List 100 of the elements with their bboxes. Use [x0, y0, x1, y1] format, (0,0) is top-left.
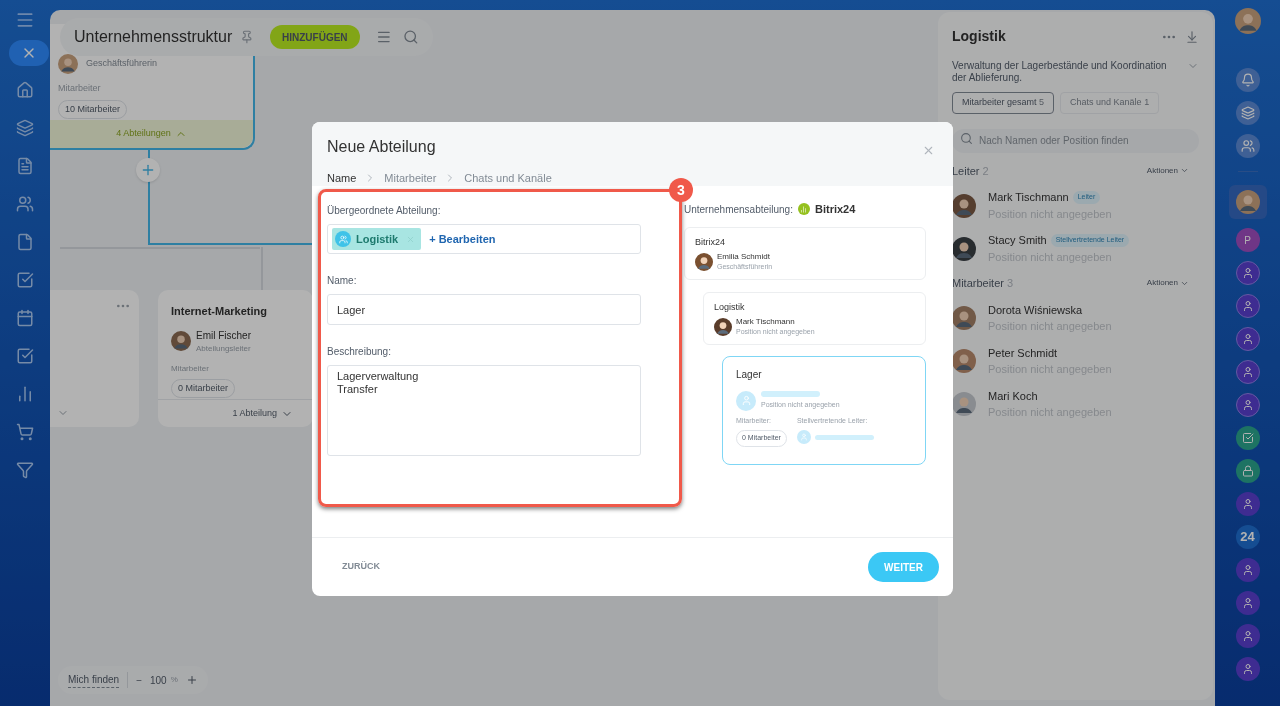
nav-icon[interactable]	[16, 195, 34, 213]
member-name: Stacy Smith	[988, 233, 1047, 248]
add-button[interactable]: HINZUFÜGEN	[270, 25, 360, 49]
placeholder-avatar	[796, 430, 811, 444]
zoom-value: 100	[150, 673, 167, 688]
app-icon[interactable]	[1235, 68, 1260, 92]
chat-icon[interactable]	[1235, 624, 1260, 648]
add-node-button[interactable]	[136, 158, 160, 182]
zoom-in-icon[interactable]	[185, 674, 198, 686]
search-icon[interactable]	[403, 29, 419, 45]
chat-icon[interactable]	[1235, 327, 1260, 351]
field-label: Übergeordnete Abteilung:	[327, 204, 442, 218]
avatar	[952, 193, 976, 218]
node-title: Bitrix24	[695, 235, 726, 249]
chat-icon[interactable]	[1235, 261, 1260, 285]
parent-selector[interactable]: Logistik + Bearbeiten	[327, 224, 641, 254]
close-icon[interactable]	[922, 144, 935, 157]
panel-tab[interactable]: Chats und Kanäle 1	[1060, 92, 1160, 114]
user-avatar	[1234, 8, 1261, 34]
chat-avatar[interactable]	[1228, 185, 1267, 219]
staff-label: Mitarbeiter	[57, 82, 102, 95]
search-field[interactable]: Nach Namen oder Position finden	[952, 128, 1199, 153]
name-input[interactable]: Lager	[327, 294, 641, 325]
panel-tab[interactable]: Mitarbeiter gesamt 5	[952, 92, 1055, 114]
nav-icon[interactable]	[16, 461, 34, 479]
step-tab[interactable]: Chats und Kanäle	[464, 170, 552, 187]
nav-icon[interactable]	[16, 347, 34, 365]
step-tab[interactable]: Name	[327, 170, 357, 187]
footer-label: 1 Abteilung	[232, 406, 277, 420]
chat-icon[interactable]	[1235, 360, 1260, 384]
avatar	[695, 253, 713, 271]
collapse-icon[interactable]	[1185, 29, 1199, 44]
plus-icon	[140, 162, 156, 178]
find-me-button[interactable]: Mich finden	[68, 672, 120, 688]
member-name: Mari Koch	[988, 388, 1038, 404]
menu-icon[interactable]	[375, 29, 392, 45]
actions-dropdown[interactable]: Aktionen	[1146, 164, 1189, 177]
avatar	[952, 349, 976, 373]
modal-title: Neue Abteilung	[327, 137, 436, 157]
head-name: Emil Fischer	[196, 328, 251, 343]
zoom-out-button[interactable]: −	[136, 672, 142, 688]
step-tab[interactable]: Mitarbeiter	[384, 170, 437, 187]
app-icon[interactable]	[1235, 134, 1260, 158]
chat-icon[interactable]	[1235, 558, 1260, 582]
task-icon[interactable]	[1235, 426, 1260, 450]
nav-icon[interactable]	[16, 271, 34, 289]
chat-icon[interactable]	[1235, 657, 1260, 681]
avatar	[714, 318, 732, 336]
node-title: Lager	[736, 367, 763, 382]
avatar	[171, 331, 191, 351]
nav-icon[interactable]	[16, 233, 34, 251]
menu-icon[interactable]	[15, 10, 35, 30]
placeholder-avatar	[736, 390, 756, 411]
node-title: Logistik	[714, 300, 746, 314]
preview-label: Unternehmensabteilung:	[684, 202, 793, 217]
chat-icon[interactable]	[1235, 591, 1260, 615]
avatar	[952, 306, 976, 330]
nav-icon[interactable]	[16, 423, 34, 441]
card-role: Geschäftsführerin	[86, 57, 158, 71]
avatar	[952, 236, 976, 261]
page-title: Unternehmensstruktur	[74, 27, 233, 47]
field-label: Name:	[327, 274, 358, 288]
chat-icon[interactable]	[1235, 492, 1260, 516]
back-button[interactable]: ZURÜCK	[332, 554, 390, 580]
nav-icon[interactable]	[16, 81, 34, 99]
company-name: Bitrix24	[814, 202, 856, 217]
close-button[interactable]	[9, 40, 49, 66]
actions-dropdown[interactable]: Aktionen	[1146, 277, 1189, 290]
zoom-unit: %	[170, 674, 178, 686]
panel-title: Logistik	[952, 27, 1006, 46]
staff-label: Mitarbeiter	[171, 362, 210, 375]
chip-label: Logistik	[356, 231, 399, 247]
nav-icon[interactable]	[16, 385, 34, 403]
app-icon[interactable]	[1235, 101, 1260, 125]
avatar	[1235, 190, 1260, 214]
field-label: Beschreibung:	[327, 345, 392, 359]
head-role: Abteilungsleiter	[196, 342, 251, 355]
node-person: Emilia Schmidt	[717, 252, 771, 262]
chat-icon[interactable]	[1235, 294, 1260, 318]
avatar	[58, 54, 78, 74]
lock-icon[interactable]	[1235, 459, 1260, 483]
member-name: Dorota Wiśniewska	[988, 302, 1083, 318]
member-name: Peter Schmidt	[988, 345, 1058, 361]
logo-badge[interactable]: 24	[1235, 525, 1260, 549]
avatar	[952, 392, 976, 416]
search-icon	[960, 132, 973, 145]
description-input[interactable]: Lagerverwaltung Transfer	[327, 365, 641, 456]
nav-icon[interactable]	[16, 157, 34, 175]
node-person: Mark Tischmann	[736, 317, 796, 327]
company-icon	[797, 203, 810, 216]
nav-icon[interactable]	[16, 119, 34, 137]
card-title: Internet-Marketing	[171, 304, 268, 319]
chat-icon[interactable]	[1235, 393, 1260, 417]
footer-label: 4 Abteilungen	[116, 127, 171, 141]
edit-link[interactable]: + Bearbeiten	[429, 230, 496, 248]
letter-avatar[interactable]: P	[1235, 228, 1260, 252]
department-icon	[335, 231, 351, 247]
annotation-badge: 3	[669, 178, 693, 202]
member-name: Mark Tischmann	[988, 190, 1069, 205]
nav-icon[interactable]	[16, 309, 34, 327]
